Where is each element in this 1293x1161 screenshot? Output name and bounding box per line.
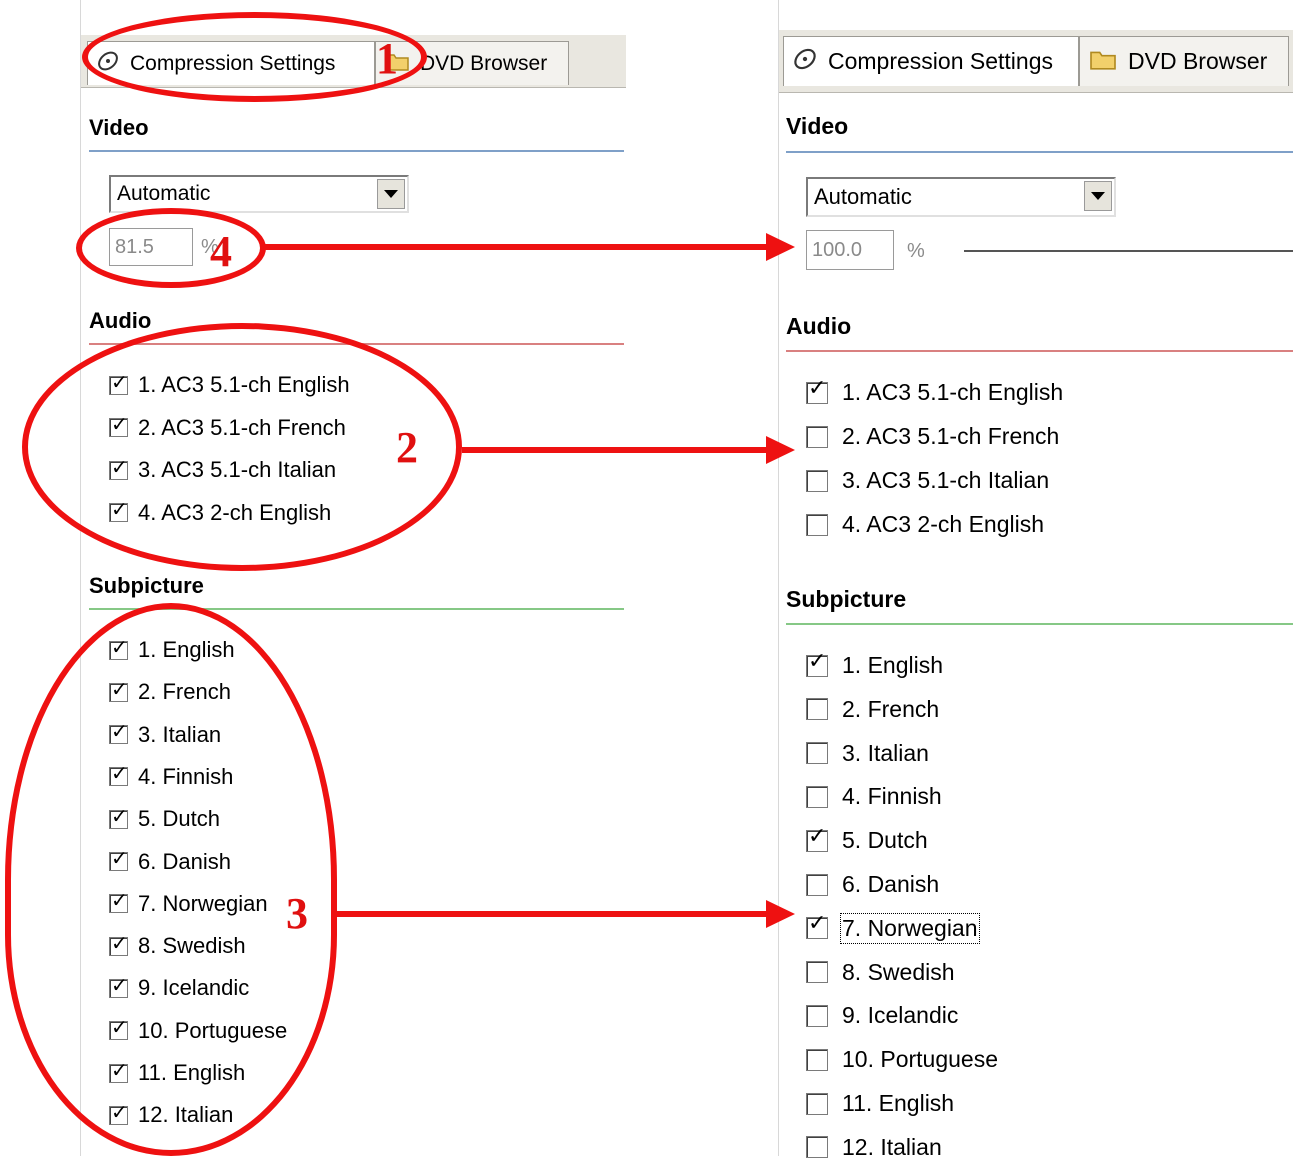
arrowhead-4	[766, 233, 795, 261]
annotation-arrows	[262, 233, 795, 928]
arrowhead-3	[766, 900, 795, 928]
arrowhead-2	[766, 436, 795, 464]
